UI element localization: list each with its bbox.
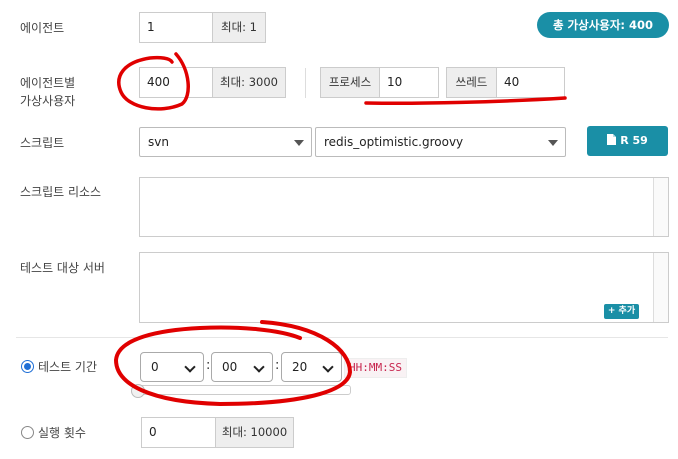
chevron-down-icon (184, 361, 196, 373)
scrollbar[interactable] (653, 253, 668, 322)
target-hosts-textarea[interactable] (139, 252, 669, 323)
target-hosts-label: 테스트 대상 서버 (20, 261, 105, 275)
script-file-select[interactable]: redis_optimistic.groovy (315, 127, 566, 157)
chevron-down-icon (322, 361, 334, 373)
revision-label: R 59 (620, 134, 648, 147)
script-repo-select[interactable]: svn (139, 127, 312, 157)
agent-count-input[interactable]: 1 (139, 12, 213, 43)
run-count-max-addon: 최대: 10000 (215, 417, 294, 448)
process-input[interactable]: 10 (379, 67, 439, 98)
script-revision-button[interactable]: R 59 (587, 126, 668, 156)
caret-down-icon (548, 140, 558, 146)
divider (305, 68, 306, 98)
run-count-input[interactable]: 0 (141, 417, 216, 448)
duration-slider-track[interactable] (137, 385, 351, 395)
duration-slider-handle[interactable] (131, 384, 145, 398)
run-count-label: 실행 횟수 (38, 426, 86, 440)
add-host-button[interactable]: + 추가 (604, 304, 639, 319)
duration-seconds-select[interactable]: 20 (281, 352, 342, 382)
script-resources-textarea[interactable] (139, 177, 669, 237)
time-format-hint: HH:MM:SS (344, 358, 407, 378)
process-addon: 프로세스 (320, 67, 380, 98)
minutes-value: 00 (222, 360, 238, 374)
time-separator: : (275, 358, 280, 373)
time-separator: : (206, 358, 211, 373)
duration-radio[interactable] (21, 360, 34, 373)
vusers-label-line2: 가상사용자 (20, 94, 76, 108)
script-repo-value: svn (148, 135, 169, 149)
script-label: 스크립트 (20, 136, 65, 150)
script-resources-label: 스크립트 리소스 (20, 185, 102, 199)
section-divider (16, 337, 668, 338)
chevron-down-icon (253, 361, 265, 373)
duration-minutes-select[interactable]: 00 (211, 352, 273, 382)
vusers-max-addon: 최대: 3000 (212, 67, 286, 98)
hours-value: 0 (151, 360, 159, 374)
vusers-per-agent-input[interactable]: 400 (139, 67, 213, 98)
vusers-label-line1: 에이전트별 (20, 76, 76, 90)
duration-label: 테스트 기간 (38, 360, 98, 374)
duration-hours-select[interactable]: 0 (140, 352, 204, 382)
total-vusers-badge: 총 가상사용자: 400 (537, 12, 669, 38)
run-count-radio[interactable] (21, 426, 34, 439)
script-file-value: redis_optimistic.groovy (324, 135, 464, 149)
thread-input[interactable]: 40 (496, 67, 565, 98)
agent-max-addon: 최대: 1 (212, 12, 266, 43)
agent-label: 에이전트 (20, 21, 65, 35)
thread-addon: 쓰레드 (446, 67, 497, 98)
scrollbar[interactable] (653, 178, 668, 236)
seconds-value: 20 (292, 360, 308, 374)
document-icon (607, 134, 617, 145)
caret-down-icon (294, 140, 304, 146)
